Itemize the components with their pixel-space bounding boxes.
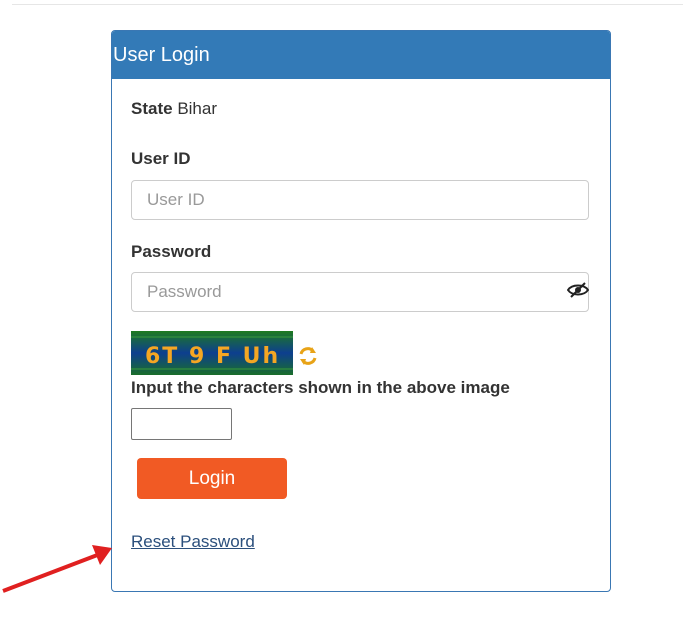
panel-title: User Login [112,31,610,79]
user-id-input[interactable] [131,180,589,220]
refresh-icon[interactable] [298,346,318,366]
user-id-label: User ID [131,149,191,168]
captcha-text: 6T 9 F Uh [145,344,280,369]
state-row: State Bihar [131,99,217,119]
login-panel: User Login State Bihar User ID Password … [111,30,611,592]
captcha-instruction: Input the characters shown in the above … [131,378,510,397]
password-input[interactable] [131,272,589,312]
login-button[interactable]: Login [137,458,287,499]
top-divider [12,4,683,5]
reset-password-link[interactable]: Reset Password [131,532,255,552]
red-arrow-annotation [2,545,112,593]
eye-slash-icon[interactable] [567,281,589,299]
captcha-input[interactable] [131,408,232,440]
password-label: Password [131,242,212,261]
state-label: State [131,99,173,118]
captcha-image: 6T 9 F Uh [131,331,293,375]
state-value: Bihar [177,99,217,118]
